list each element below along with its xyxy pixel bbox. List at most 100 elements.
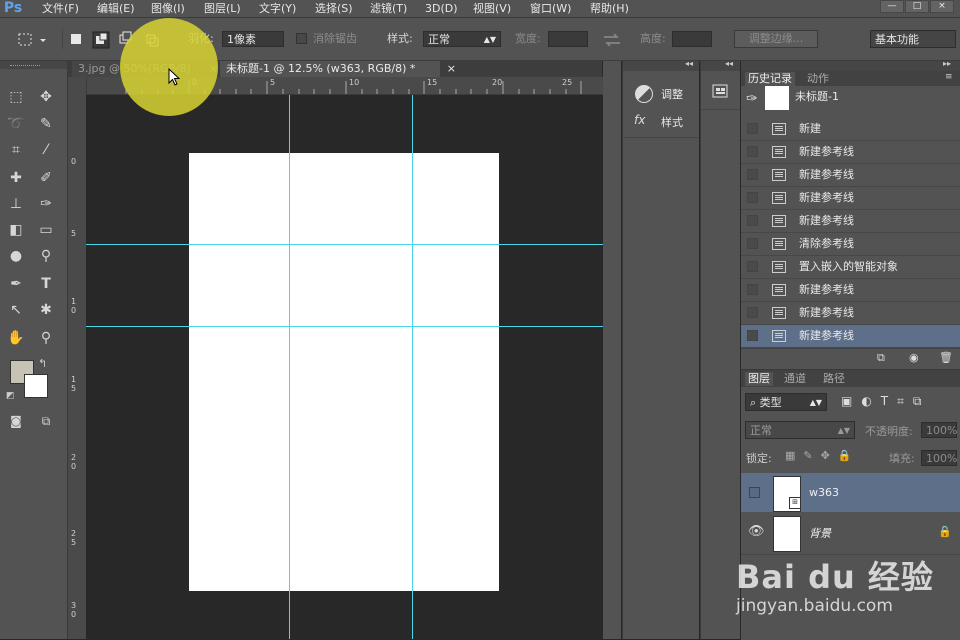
history-source-checkbox[interactable] (747, 123, 758, 134)
menu-view[interactable]: 视图(V) (473, 0, 511, 17)
default-colors-icon[interactable]: ◩ (6, 391, 15, 401)
adjustments-icon[interactable] (635, 85, 653, 103)
tab-untitled[interactable]: 未标题-1 @ 12.5% (w363, RGB/8) * × (220, 61, 456, 77)
layer-name[interactable]: w363 (809, 486, 839, 499)
panel-menu-icon[interactable]: ≡ (945, 72, 953, 82)
menu-help[interactable]: 帮助(H) (590, 0, 629, 17)
guide-vertical[interactable] (412, 95, 413, 639)
maximize-button[interactable]: □ (905, 0, 929, 13)
layer-row-selected[interactable]: ⊞ w363 (741, 473, 960, 516)
feather-input[interactable]: 1像素 (222, 31, 284, 47)
style-select[interactable]: 正常 ▲▼ (423, 31, 501, 47)
history-item[interactable]: 新建参考线 (741, 141, 960, 164)
camera-snapshot-icon[interactable]: ◉ (909, 351, 919, 364)
height-input[interactable] (672, 31, 712, 47)
fill-input[interactable]: 100% (921, 450, 957, 466)
tab-paths[interactable]: 路径 (823, 372, 845, 386)
tab-actions[interactable]: 动作 (807, 72, 829, 86)
menu-edit[interactable]: 编辑(E) (97, 0, 135, 17)
swap-icon[interactable] (602, 33, 622, 47)
menu-file[interactable]: 文件(F) (42, 0, 79, 17)
layer-row[interactable]: 👁 背景 🔒 (741, 512, 960, 555)
zoom-tool-icon[interactable]: ⚲ (34, 327, 58, 349)
menu-image[interactable]: 图像(I) (151, 0, 185, 17)
snapshot-label[interactable]: 未标题-1 (795, 88, 839, 104)
tools-grip[interactable] (10, 65, 40, 68)
minimize-button[interactable]: — (880, 0, 904, 13)
history-source-checkbox[interactable] (747, 307, 758, 318)
width-input[interactable] (548, 31, 588, 47)
marquee-tool-icon[interactable]: ⬚ (4, 86, 28, 108)
crop-tool-icon[interactable]: ⌗ (4, 139, 28, 161)
fx-styles-icon[interactable]: fx (634, 113, 645, 127)
tab-history[interactable]: 历史记录 (745, 72, 795, 86)
history-source-checkbox[interactable] (747, 146, 758, 157)
history-source-checkbox[interactable] (747, 169, 758, 180)
layer-filter-select[interactable]: ⌕ 类型 ▲▼ (745, 393, 827, 411)
tab-close-icon[interactable]: × (447, 61, 456, 77)
pen-tool-icon[interactable]: ✒ (4, 273, 28, 295)
history-item[interactable]: 新建参考线 (741, 187, 960, 210)
layer-filter-icons[interactable]: ▣◐T⌗⧉ (841, 394, 930, 409)
brush-tool-icon[interactable]: ✐ (34, 167, 58, 189)
clone-stamp-tool-icon[interactable]: ⊥ (4, 193, 28, 215)
marquee-preset-icon[interactable] (18, 32, 48, 48)
menu-window[interactable]: 窗口(W) (530, 0, 571, 17)
workspace-select[interactable]: 基本功能 (870, 30, 956, 48)
type-tool-icon[interactable]: T (34, 273, 58, 295)
guide-vertical[interactable] (289, 95, 290, 639)
history-source-checkbox[interactable] (747, 215, 758, 226)
lasso-tool-icon[interactable]: ➰ (4, 113, 28, 135)
swap-colors-icon[interactable]: ↰ (38, 357, 47, 370)
canvas[interactable] (189, 153, 499, 591)
guide-horizontal[interactable] (86, 326, 603, 327)
close-window-button[interactable]: × (930, 0, 954, 13)
hand-tool-icon[interactable]: ✋ (4, 327, 28, 349)
quick-select-tool-icon[interactable]: ✎ (34, 113, 58, 135)
menu-layer[interactable]: 图层(L) (204, 0, 241, 17)
blend-mode-select[interactable]: 正常 ▲▼ (745, 421, 855, 439)
menu-type[interactable]: 文字(Y) (259, 0, 296, 17)
properties-icon[interactable] (712, 83, 730, 101)
history-brush-tool-icon[interactable]: ✑ (34, 193, 58, 215)
refine-edge-button[interactable]: 调整边缘... (734, 30, 818, 48)
history-item-selected[interactable]: 新建参考线 (741, 325, 960, 348)
custom-shape-tool-icon[interactable]: ✱ (34, 299, 58, 321)
history-item[interactable]: 置入嵌入的智能对象 (741, 256, 960, 279)
eraser-tool-icon[interactable]: ◧ (4, 219, 28, 241)
antialias-checkbox[interactable] (296, 33, 307, 44)
history-item[interactable]: 清除参考线 (741, 233, 960, 256)
collapse-dock-icon[interactable]: ◂◂ (685, 59, 693, 68)
guide-horizontal[interactable] (86, 244, 603, 245)
layer-visibility-toggle[interactable] (749, 487, 760, 498)
history-item[interactable]: 新建参考线 (741, 164, 960, 187)
menu-3d[interactable]: 3D(D) (425, 0, 458, 17)
lock-icons[interactable]: ▦✎✥🔒 (785, 449, 860, 462)
healing-brush-tool-icon[interactable]: ✚ (4, 167, 28, 189)
new-document-from-state-icon[interactable]: ⧉ (877, 351, 885, 365)
layer-thumbnail[interactable] (773, 516, 801, 552)
layer-name[interactable]: 背景 (809, 525, 831, 541)
history-item[interactable]: 新建参考线 (741, 210, 960, 233)
history-source-checkbox[interactable] (747, 238, 758, 249)
path-select-tool-icon[interactable]: ↖ (4, 299, 28, 321)
quick-mask-icon[interactable]: ◙ (4, 410, 28, 432)
history-item[interactable]: 新建参考线 (741, 302, 960, 325)
history-source-checkbox[interactable] (747, 330, 758, 341)
screen-mode-icon[interactable]: ⧉ (34, 410, 58, 432)
tab-layers[interactable]: 图层 (745, 372, 773, 386)
styles-panel-label[interactable]: 样式 (661, 114, 683, 130)
history-item[interactable]: 新建 (741, 118, 960, 141)
history-source-checkbox[interactable] (747, 192, 758, 203)
history-source-checkbox[interactable] (747, 261, 758, 272)
eyedropper-tool-icon[interactable]: ⁄ (34, 139, 58, 161)
tab-channels[interactable]: 通道 (784, 372, 806, 386)
opacity-input[interactable]: 100% (921, 422, 957, 438)
collapse-dock-icon[interactable]: ◂◂ (725, 59, 733, 68)
gradient-tool-icon[interactable]: ▭ (34, 219, 58, 241)
move-tool-icon[interactable]: ✥ (34, 86, 58, 108)
history-item[interactable]: 新建参考线 (741, 279, 960, 302)
history-source-checkbox[interactable] (747, 284, 758, 295)
adjustments-panel-label[interactable]: 调整 (661, 86, 683, 102)
blur-tool-icon[interactable]: ● (4, 245, 28, 267)
